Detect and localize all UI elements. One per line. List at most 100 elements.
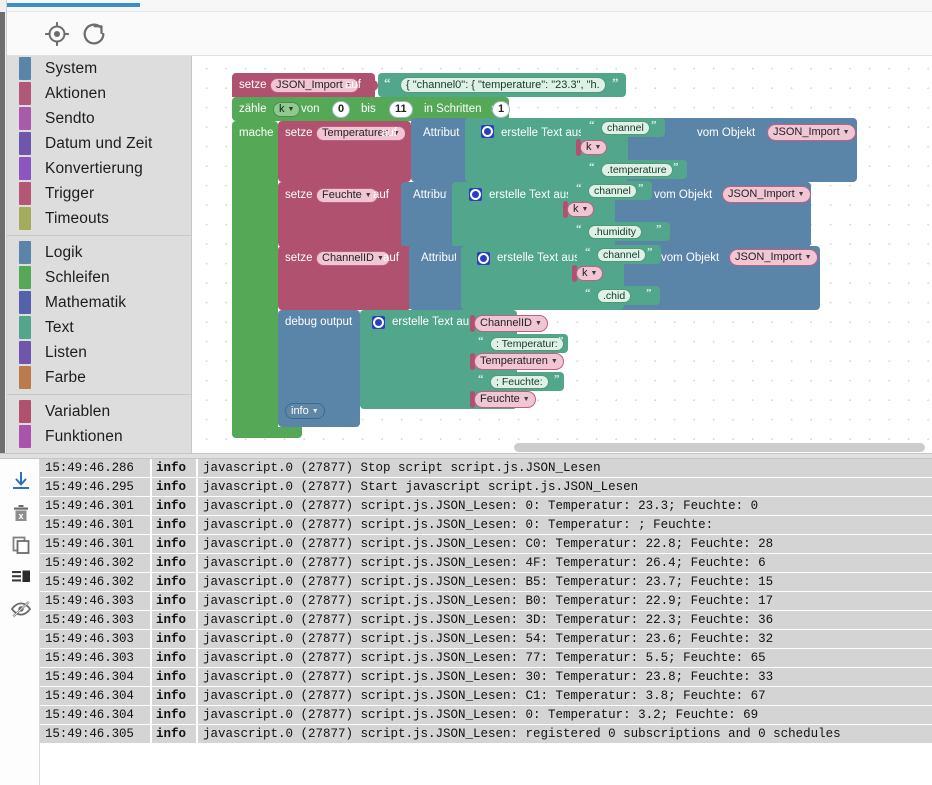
debug-severity-dropdown[interactable]: info ▼ xyxy=(285,403,325,419)
log-timestamp: 15:49:46.304 xyxy=(40,687,150,705)
toolbox-category-timeouts[interactable]: Timeouts xyxy=(7,206,191,231)
log-row[interactable]: 15:49:46.303 info javascript.0 (27877) scr… xyxy=(40,611,932,630)
gear-icon[interactable] xyxy=(477,252,490,265)
active-tab-indicator[interactable] xyxy=(7,3,140,7)
log-message: javascript.0 (27877) script.js.JSON_Lese… xyxy=(198,649,932,667)
toolbox-category-datum-und-zeit[interactable]: Datum und Zeit xyxy=(7,131,191,156)
set-json-import-setze-label: setze xyxy=(239,79,267,91)
toolbox-category-variablen[interactable]: Variablen xyxy=(7,399,191,424)
clear-log-icon[interactable]: x xyxy=(9,501,33,525)
for-loop-to-value[interactable]: 11 xyxy=(389,101,413,118)
for-loop-step-value[interactable]: 1 xyxy=(492,101,511,118)
set-channelid-variable-dropdown[interactable]: ChannelID ▼ xyxy=(316,251,390,266)
log-row[interactable]: 15:49:46.301 info javascript.0 (27877) scr… xyxy=(40,516,932,535)
object-channelid-dropdown[interactable]: JSON_Import ▼ xyxy=(729,249,818,266)
toolbox-category-schleifen[interactable]: Schleifen xyxy=(7,265,191,290)
log-severity: info xyxy=(152,611,196,629)
toolbox-category-system[interactable]: System xyxy=(7,56,191,81)
toolbox-divider xyxy=(7,394,191,395)
log-panel: x 15:49:46.286 info javascript.0 (27877)… xyxy=(0,459,932,785)
category-color-swatch xyxy=(19,207,31,230)
set-feuchte-variable-dropdown[interactable]: Feuchte ▼ xyxy=(316,188,378,203)
text-value-debug-1[interactable]: : Temperatur: xyxy=(490,337,564,351)
toolbox-category-logik[interactable]: Logik xyxy=(7,240,191,265)
gear-icon[interactable] xyxy=(481,125,494,138)
var-value-debug-4[interactable]: Feuchte ▼ xyxy=(474,391,536,408)
gear-icon[interactable] xyxy=(469,188,482,201)
json-text-value[interactable]: { "channel0": { "temperature": "23.3", "… xyxy=(400,77,606,93)
category-label: Datum und Zeit xyxy=(45,134,153,152)
text-value-temperaturen-0[interactable]: channel xyxy=(601,121,650,135)
log-timestamp: 15:49:46.303 xyxy=(40,611,150,629)
text-value-debug-3[interactable]: ; Feuchte: xyxy=(490,375,549,389)
toolbox-category-trigger[interactable]: Trigger xyxy=(7,181,191,206)
gear-icon[interactable] xyxy=(372,316,385,329)
left-rail-scroll-track[interactable] xyxy=(0,12,5,453)
center-blocks-icon[interactable] xyxy=(43,20,71,48)
log-message: javascript.0 (27877) script.js.JSON_Lese… xyxy=(198,611,932,629)
log-toolbar: x xyxy=(0,459,40,785)
reload-icon[interactable] xyxy=(80,20,108,48)
toolbox-category-sendto[interactable]: Sendto xyxy=(7,106,191,131)
log-row[interactable]: 15:49:46.304 info javascript.0 (27877) scr… xyxy=(40,687,932,706)
log-row[interactable]: 15:49:46.302 info javascript.0 (27877) scr… xyxy=(40,554,932,573)
var-value-debug-0[interactable]: ChannelID ▼ xyxy=(474,315,548,332)
object-temperaturen-dropdown[interactable]: JSON_Import ▼ xyxy=(767,124,856,141)
log-severity: info xyxy=(152,516,196,534)
debug-output-label: debug output xyxy=(285,316,353,328)
for-loop-counter-dropdown[interactable]: k ▼ xyxy=(273,102,301,117)
toolbox-category-listen[interactable]: Listen xyxy=(7,340,191,365)
log-row[interactable]: 15:49:46.301 info javascript.0 (27877) scr… xyxy=(40,497,932,516)
blockly-toolbox: System Aktionen Sendto Datum und Zeit Konver… xyxy=(7,56,192,453)
object-feuchte-dropdown[interactable]: JSON_Import ▼ xyxy=(722,186,811,203)
log-row[interactable]: 15:49:46.304 info javascript.0 (27877) scr… xyxy=(40,706,932,725)
log-row[interactable]: 15:49:46.286 info javascript.0 (27877) Sto… xyxy=(40,459,932,478)
toolbox-category-text[interactable]: Text xyxy=(7,315,191,340)
log-row[interactable]: 15:49:46.303 info javascript.0 (27877) scr… xyxy=(40,592,932,611)
var-value-debug-2[interactable]: Temperaturen ▼ xyxy=(474,353,564,370)
vom-objekt-temperaturen-label: vom Objekt xyxy=(697,127,756,139)
for-loop-from-value[interactable]: 0 xyxy=(332,101,351,118)
workspace-horizontal-scrollbar[interactable] xyxy=(514,443,925,452)
for-loop-body-wrapper xyxy=(232,121,278,437)
close-quote-icon: ” xyxy=(646,287,652,299)
var-value-temperaturen-1[interactable]: k ▼ xyxy=(580,140,608,155)
text-value-channelid-0[interactable]: channel xyxy=(597,248,646,262)
toggle-columns-icon[interactable] xyxy=(9,565,33,589)
log-row[interactable]: 15:49:46.302 info javascript.0 (27877) scr… xyxy=(40,573,932,592)
text-value-temperaturen-2[interactable]: .temperature xyxy=(601,163,673,177)
log-row[interactable]: 15:49:46.303 info javascript.0 (27877) scr… xyxy=(40,630,932,649)
log-row[interactable]: 15:49:46.305 info javascript.0 (27877) scr… xyxy=(40,725,932,744)
text-value-channelid-2[interactable]: .chid xyxy=(597,289,632,303)
toolbox-group: System Aktionen Sendto Datum und Zeit Konver… xyxy=(7,56,191,231)
toolbox-category-farbe[interactable]: Farbe xyxy=(7,365,191,390)
scroll-to-bottom-icon[interactable] xyxy=(9,469,33,493)
log-row[interactable]: 15:49:46.303 info javascript.0 (27877) scr… xyxy=(40,649,932,668)
open-quote-icon: “ xyxy=(576,223,582,235)
text-value-feuchte-0[interactable]: channel xyxy=(588,184,637,198)
toolbox-category-konvertierung[interactable]: Konvertierung xyxy=(7,156,191,181)
close-quote-icon: ” xyxy=(673,161,679,173)
chevron-down-icon: ▼ xyxy=(534,320,542,327)
category-color-swatch xyxy=(19,316,31,339)
toolbox-category-aktionen[interactable]: Aktionen xyxy=(7,81,191,106)
log-row[interactable]: 15:49:46.295 info javascript.0 (27877) Sta… xyxy=(40,478,932,497)
javascript-blockly-editor: System Aktionen Sendto Datum und Zeit Konver… xyxy=(0,0,932,785)
toolbox-divider xyxy=(7,235,191,236)
log-row[interactable]: 15:49:46.301 info javascript.0 (27877) scr… xyxy=(40,535,932,554)
var-value-channelid-1[interactable]: k ▼ xyxy=(576,266,604,281)
hide-log-icon[interactable] xyxy=(9,597,33,621)
log-row[interactable]: 15:49:46.304 info javascript.0 (27877) scr… xyxy=(40,668,932,687)
copy-log-icon[interactable] xyxy=(9,533,33,557)
text-value-feuchte-2[interactable]: .humidity xyxy=(588,225,643,239)
log-timestamp: 15:49:46.286 xyxy=(40,459,150,477)
toolbox-category-mathematik[interactable]: Mathematik xyxy=(7,290,191,315)
log-severity: info xyxy=(152,706,196,724)
var-value-feuchte-1[interactable]: k ▼ xyxy=(567,202,595,217)
log-table[interactable]: 15:49:46.286 info javascript.0 (27877) Sto… xyxy=(40,459,932,785)
close-quote-icon: ” xyxy=(558,335,564,347)
chevron-down-icon: ▼ xyxy=(842,129,850,136)
log-severity: info xyxy=(152,687,196,705)
blockly-workspace[interactable]: setze JSON_Import ▼ auf “ { "channel0": {… xyxy=(193,56,932,453)
toolbox-category-funktionen[interactable]: Funktionen xyxy=(7,424,191,449)
